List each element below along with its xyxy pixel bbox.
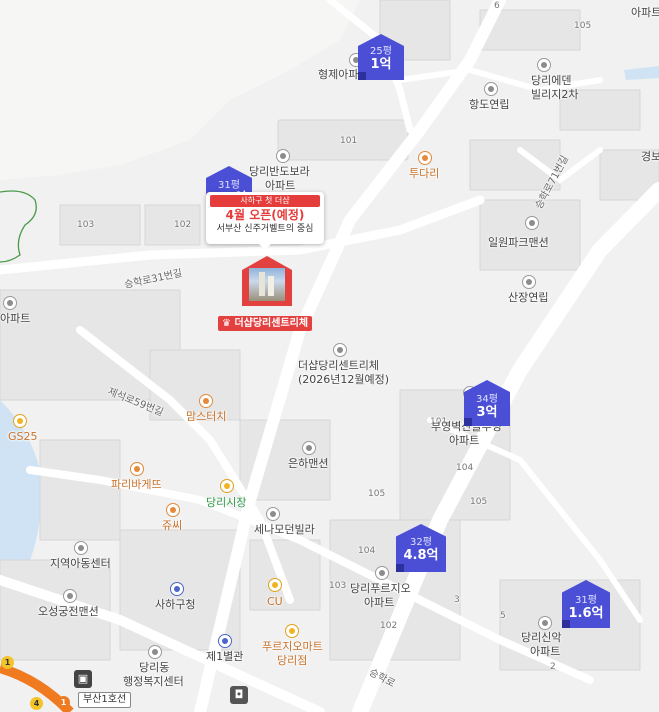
poi-label[interactable]: CU: [267, 595, 283, 608]
poi-label[interactable]: 당리신악: [521, 631, 561, 644]
subway-station-icon[interactable]: ▣: [74, 670, 92, 688]
mart-icon[interactable]: [285, 624, 299, 638]
poi-label[interactable]: 산장연립: [508, 291, 548, 304]
restaurant-icon[interactable]: [199, 394, 213, 408]
poi-label[interactable]: 당리반도보라: [249, 165, 310, 178]
promo-headline: 4월 오픈(예정): [225, 208, 305, 222]
poi-label[interactable]: 더샵당리센트리체: [298, 359, 379, 372]
block-number: 5: [500, 611, 506, 621]
apartment-icon[interactable]: [302, 441, 316, 455]
building-icon[interactable]: [148, 645, 162, 659]
poi-label[interactable]: 쥬씨: [162, 519, 182, 532]
complex-name-text: 더샵당리센트리체: [234, 318, 309, 329]
block-number: 102: [380, 621, 398, 631]
complex-name-label[interactable]: ♛ 더샵당리센트리체: [218, 316, 313, 331]
promo-description: 서부산 신주거벨트의 중심: [216, 224, 314, 234]
apartment-icon[interactable]: [266, 507, 280, 521]
poi-label[interactable]: 당리푸르지오: [350, 582, 411, 595]
apartment-icon[interactable]: [537, 58, 551, 72]
block-number: 3: [454, 595, 460, 605]
poi-label[interactable]: 항도연립: [469, 98, 509, 111]
poi-label[interactable]: 제1별관: [206, 650, 243, 663]
block-number: 101: [340, 136, 358, 146]
poi-label[interactable]: 빌리지2차: [531, 88, 578, 101]
apartment-icon[interactable]: [375, 566, 389, 580]
apartment-icon[interactable]: [525, 216, 539, 230]
block-number: 103: [77, 220, 95, 230]
poi-label[interactable]: 아파트: [0, 312, 30, 325]
cafe-icon[interactable]: [166, 503, 180, 517]
apartment-icon[interactable]: [3, 296, 17, 310]
poi-label[interactable]: 파리바게뜨: [111, 478, 162, 491]
market-icon[interactable]: [220, 479, 234, 493]
price-marker[interactable]: 25평 1억: [358, 34, 404, 80]
block-number: 6: [494, 1, 500, 11]
poi-label[interactable]: 세나모던빌라: [254, 523, 315, 536]
poi-label[interactable]: 아파트: [449, 434, 479, 447]
poi-label[interactable]: 사하구청: [155, 598, 195, 611]
price-marker-price: 3억: [476, 405, 498, 420]
poi-label[interactable]: 행정복지센터: [123, 675, 184, 688]
price-marker-price: 4.8억: [403, 548, 439, 563]
price-marker[interactable]: 31평 1.6억: [562, 580, 610, 628]
government-icon[interactable]: [218, 634, 232, 648]
apartment-icon[interactable]: [63, 589, 77, 603]
poi-label[interactable]: 맘스터치: [186, 410, 226, 423]
block-number: 103: [329, 581, 347, 591]
restaurant-icon[interactable]: [418, 151, 432, 165]
building-icon[interactable]: [74, 541, 88, 555]
price-marker-price: 1억: [370, 57, 392, 72]
price-marker-price: 1.6억: [568, 606, 604, 621]
price-marker[interactable]: 32평 4.8억: [396, 524, 446, 572]
shopping-bag-icon[interactable]: ◘: [230, 686, 248, 704]
poi-label[interactable]: 은하맨션: [288, 457, 328, 470]
poi-label[interactable]: 푸르지오마트: [262, 640, 323, 653]
poi-label[interactable]: 일원파크맨션: [488, 236, 549, 249]
block-number: 102: [174, 220, 192, 230]
apartment-icon[interactable]: [522, 275, 536, 289]
convenience-store-icon[interactable]: [13, 414, 27, 428]
poi-label[interactable]: 당리시장: [206, 496, 246, 509]
subway-station-label[interactable]: 부산1호선: [78, 692, 132, 708]
poi-label[interactable]: 오성궁전맨션: [38, 605, 99, 618]
apartment-icon[interactable]: [538, 616, 552, 630]
construction-site-icon[interactable]: [333, 343, 347, 357]
poi-label[interactable]: 아파트: [631, 6, 659, 19]
poi-label[interactable]: (2026년12월예정): [298, 373, 389, 386]
government-icon[interactable]: [170, 582, 184, 596]
block-number: 105: [574, 21, 592, 31]
bakery-icon[interactable]: [130, 462, 144, 476]
map-canvas[interactable]: 101 103 102 101 104 105 104 105 103 102 …: [0, 0, 659, 712]
poi-label[interactable]: GS25: [8, 430, 38, 443]
poi-label[interactable]: 아파트: [530, 645, 560, 658]
crown-icon: ♛: [222, 318, 231, 329]
poi-label[interactable]: 지역아동센터: [50, 557, 111, 570]
promo-tag: 사하구 첫 더샵: [210, 195, 320, 207]
apartment-icon[interactable]: [484, 82, 498, 96]
apartment-icon[interactable]: [276, 149, 290, 163]
line-badge[interactable]: 1: [1, 656, 14, 669]
price-marker[interactable]: 34평 3억: [464, 380, 510, 426]
complex-thumbnail: [249, 268, 285, 301]
poi-label[interactable]: 당리동: [139, 661, 169, 674]
poi-label[interactable]: 당리점: [277, 654, 307, 667]
convenience-store-icon[interactable]: [268, 578, 282, 592]
block-number: 105: [368, 489, 386, 499]
poi-label[interactable]: 아파트: [265, 179, 295, 192]
block-number: 2: [550, 662, 556, 672]
poi-label[interactable]: 경보: [641, 150, 659, 163]
poi-label[interactable]: 당리에덴: [531, 74, 571, 87]
promo-popup[interactable]: 사하구 첫 더샵 4월 오픈(예정) 서부산 신주거벨트의 중심: [206, 192, 324, 250]
block-number: 104: [358, 546, 376, 556]
poi-label[interactable]: 아파트: [364, 596, 394, 609]
block-number: 105: [470, 497, 488, 507]
popup-tail: [259, 244, 271, 250]
line-badge[interactable]: 4: [30, 697, 43, 710]
poi-label[interactable]: 투다리: [409, 167, 439, 180]
block-number: 104: [456, 463, 474, 473]
line-badge[interactable]: 1: [57, 696, 70, 709]
